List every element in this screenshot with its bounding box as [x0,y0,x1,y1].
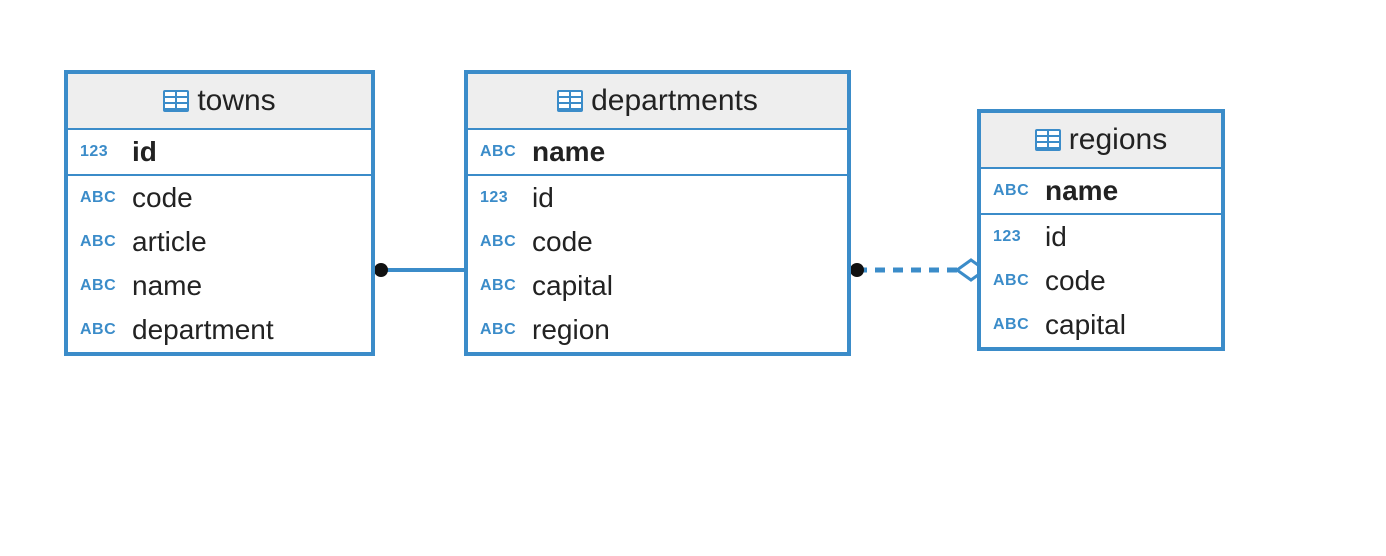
column-row-pk[interactable]: 123 id [68,130,371,174]
column-name: id [532,182,554,214]
entity-departments[interactable]: departments ABC name 123 id ABC code ABC… [464,70,851,356]
entity-header-departments: departments [468,74,847,130]
type-indicator: ABC [80,189,124,207]
table-icon [163,90,189,112]
entity-towns[interactable]: towns 123 id ABC code ABC article ABC na… [64,70,375,356]
table-icon [1035,129,1061,151]
type-indicator: ABC [480,143,524,161]
column-row[interactable]: ABC code [468,220,847,264]
connector-departments-regions [847,260,987,290]
column-name: name [132,270,202,302]
type-indicator: ABC [993,272,1037,290]
column-row[interactable]: 123 id [981,215,1221,259]
column-row[interactable]: ABC code [68,176,371,220]
column-name: code [132,182,193,214]
column-name: code [532,226,593,258]
column-row[interactable]: ABC code [981,259,1221,303]
column-row[interactable]: ABC article [68,220,371,264]
entity-header-regions: regions [981,113,1221,169]
entity-title: regions [1069,123,1167,157]
entity-regions[interactable]: regions ABC name 123 id ABC code ABC cap… [977,109,1225,351]
type-indicator: 123 [993,228,1037,246]
column-name: id [132,136,157,168]
type-indicator: ABC [80,277,124,295]
type-indicator: ABC [80,233,124,251]
column-name: id [1045,221,1067,253]
column-row[interactable]: ABC capital [468,264,847,308]
column-row[interactable]: ABC region [468,308,847,352]
type-indicator: ABC [80,321,124,339]
connector-towns-departments [371,260,464,280]
column-name: code [1045,265,1106,297]
entity-title: towns [197,84,275,118]
type-indicator: ABC [480,321,524,339]
type-indicator: ABC [993,182,1037,200]
type-indicator: 123 [80,143,124,161]
type-indicator: ABC [993,316,1037,334]
er-diagram-canvas: towns 123 id ABC code ABC article ABC na… [0,0,1386,556]
column-name: name [1045,175,1118,207]
column-name: capital [1045,309,1126,341]
column-name: region [532,314,610,346]
entity-header-towns: towns [68,74,371,130]
column-name: department [132,314,274,346]
column-name: capital [532,270,613,302]
type-indicator: ABC [480,233,524,251]
column-name: article [132,226,207,258]
column-row-pk[interactable]: ABC name [981,169,1221,213]
type-indicator: 123 [480,189,524,207]
type-indicator: ABC [480,277,524,295]
table-icon [557,90,583,112]
column-row[interactable]: ABC capital [981,303,1221,347]
column-row[interactable]: 123 id [468,176,847,220]
column-row-pk[interactable]: ABC name [468,130,847,174]
column-row[interactable]: ABC department [68,308,371,352]
column-row[interactable]: ABC name [68,264,371,308]
entity-title: departments [591,84,758,118]
column-name: name [532,136,605,168]
